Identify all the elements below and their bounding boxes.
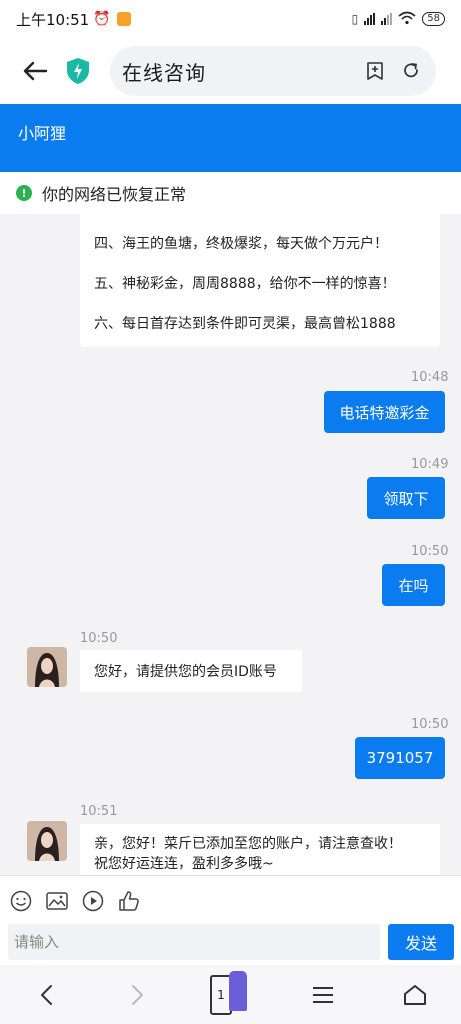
tabs-button[interactable]: 1 (210, 970, 250, 1015)
network-status-text: 你的网络已恢复正常 (42, 185, 187, 204)
video-icon[interactable] (82, 890, 104, 912)
message-composer: 发送 (0, 875, 461, 965)
home-icon[interactable] (395, 975, 435, 1015)
promo-line: 四、海王的鱼塘，终极爆浆，每天做个万元户！ (94, 236, 388, 252)
incognito-badge-icon (228, 970, 248, 1011)
message-timestamp: 10:48 (411, 370, 449, 385)
security-shield-icon[interactable] (64, 56, 92, 86)
chat-header: 小阿狸 (0, 104, 461, 172)
app-notification-icon (116, 12, 131, 26)
promo-line: 五、神秘彩金，周周8888，给你不一样的惊喜！ (94, 276, 396, 292)
message-timestamp: 10:50 (411, 717, 449, 732)
status-bar: 上午10:51 ⏰ ▯ 58 (0, 0, 461, 38)
nav-back-icon[interactable] (26, 975, 66, 1015)
signal-2-icon (381, 13, 393, 25)
message-timestamp: 10:49 (411, 457, 449, 472)
agent-name: 小阿狸 (18, 124, 67, 143)
nav-forward-icon[interactable] (118, 975, 158, 1015)
battery-icon: 58 (422, 12, 445, 26)
browser-toolbar: 在线咨询 (0, 38, 461, 104)
received-message: 亲，您好！菜斤已添加至您的账户，请注意查收！ 祝您好运连连，盈利多多哦~ (80, 824, 440, 875)
status-time: 上午10:51 (16, 10, 90, 29)
sent-message: 电话特邀彩金 (324, 391, 445, 433)
received-message-line: 祝您好运连连，盈利多多哦~ (94, 856, 274, 872)
received-message-line: 亲，您好！菜斤已添加至您的账户，请注意查收！ (94, 836, 402, 852)
message-timestamp: 10:51 (80, 804, 118, 819)
back-arrow-icon[interactable] (10, 46, 60, 96)
message-timestamp: 10:50 (80, 631, 118, 646)
signal-icon (364, 13, 376, 25)
info-icon: ! (16, 185, 32, 201)
vibrate-icon: ▯ (351, 12, 359, 26)
received-message: 您好，请提供您的会员ID账号 (80, 650, 302, 692)
refresh-icon[interactable] (400, 60, 422, 82)
emoji-icon[interactable] (10, 890, 32, 912)
network-status-bar: ! 你的网络已恢复正常 (0, 172, 461, 214)
thumbs-up-icon[interactable] (118, 890, 140, 912)
promo-message: 四、海王的鱼塘，终极爆浆，每天做个万元户！ 五、神秘彩金，周周8888，给你不一… (80, 214, 440, 347)
browser-bottom-nav: 1 (0, 965, 461, 1024)
sent-message: 领取下 (367, 477, 445, 519)
wifi-icon (398, 11, 416, 28)
status-indicators: ▯ 58 (352, 11, 445, 28)
message-input[interactable] (8, 924, 380, 960)
agent-avatar[interactable] (27, 647, 67, 687)
image-icon[interactable] (46, 890, 68, 912)
agent-avatar[interactable] (27, 821, 67, 861)
bookmark-add-icon[interactable] (364, 60, 386, 82)
sent-message: 在吗 (382, 564, 445, 606)
message-timestamp: 10:50 (411, 544, 449, 559)
promo-line: 六、每日首存达到条件即可灵渠，最高曾松1888 (94, 316, 396, 332)
menu-icon[interactable] (303, 975, 343, 1015)
chat-message-list[interactable]: 四、海王的鱼塘，终极爆浆，每天做个万元户！ 五、神秘彩金，周周8888，给你不一… (0, 214, 461, 875)
page-title: 在线咨询 (122, 60, 206, 85)
alarm-icon: ⏰ (93, 11, 111, 27)
url-bar[interactable]: 在线咨询 (110, 46, 436, 96)
send-button[interactable]: 发送 (388, 924, 454, 960)
sent-message: 3791057 (355, 737, 445, 779)
